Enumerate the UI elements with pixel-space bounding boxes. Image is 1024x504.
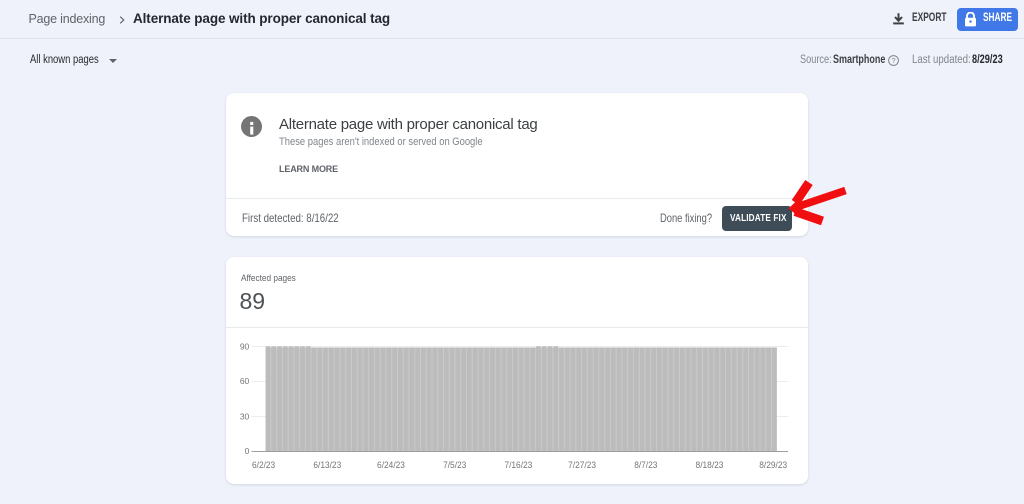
svg-text:6/2/23: 6/2/23 — [252, 460, 275, 470]
svg-text:6/13/23: 6/13/23 — [313, 460, 341, 470]
svg-text:7/27/23: 7/27/23 — [568, 460, 596, 470]
svg-text:60: 60 — [240, 376, 250, 386]
svg-text:8/7/23: 8/7/23 — [634, 460, 657, 470]
svg-text:30: 30 — [240, 411, 250, 421]
svg-text:7/5/23: 7/5/23 — [443, 460, 466, 470]
svg-text:0: 0 — [245, 446, 250, 456]
svg-text:8/29/23: 8/29/23 — [759, 460, 787, 470]
svg-text:6/24/23: 6/24/23 — [377, 460, 405, 470]
svg-text:8/18/23: 8/18/23 — [696, 460, 724, 470]
svg-text:90: 90 — [240, 341, 250, 351]
svg-text:?: ? — [892, 56, 896, 65]
svg-text:7/16/23: 7/16/23 — [504, 460, 532, 470]
